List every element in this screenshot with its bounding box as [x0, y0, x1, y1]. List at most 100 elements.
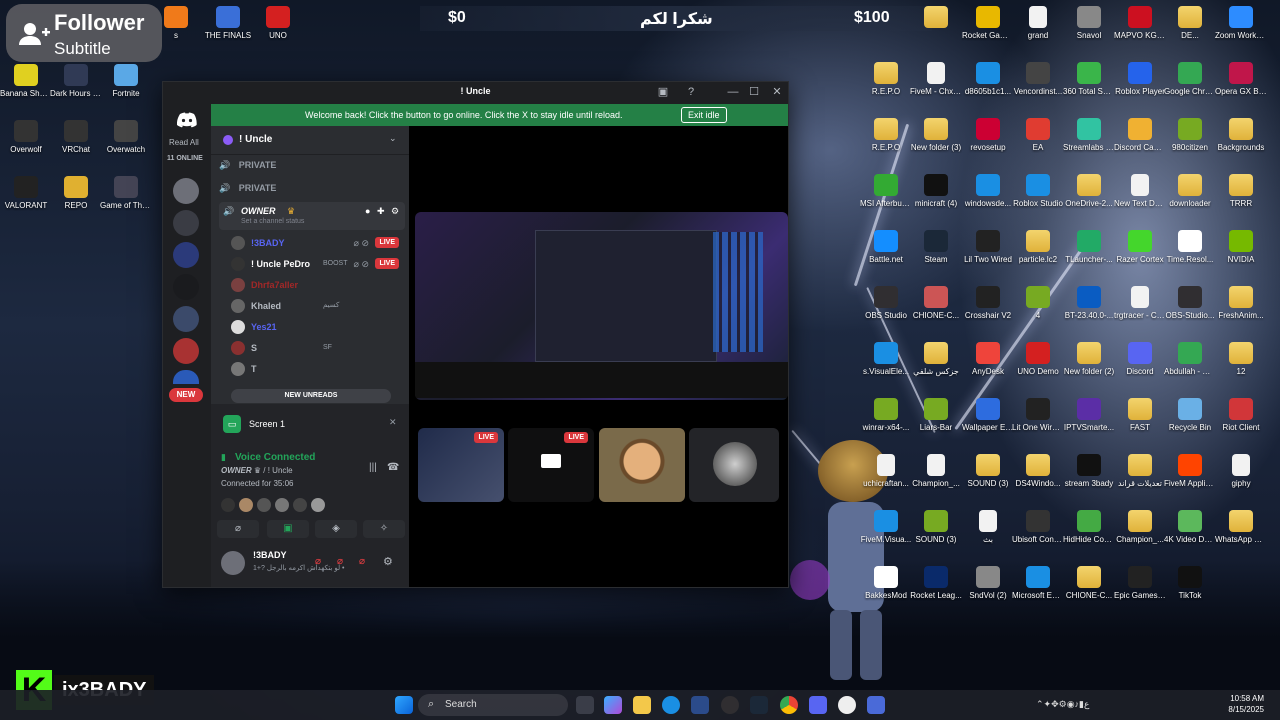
desktop-shortcut[interactable]: windowsde...	[962, 174, 1014, 209]
minimize-button[interactable]: —	[725, 85, 741, 99]
participant-tile[interactable]: LIVE	[508, 428, 594, 502]
desktop-shortcut[interactable]: BT-23.40.0-...	[1063, 286, 1115, 321]
server-header[interactable]: ! Uncle ⌄	[211, 126, 409, 155]
desktop-shortcut[interactable]: Roblox Studio	[1012, 174, 1064, 209]
desktop-shortcut[interactable]: trgtracer - Copy	[1114, 286, 1166, 321]
activity-button[interactable]: ◈	[315, 520, 357, 538]
channel-item-owner[interactable]: 🔊 OWNER ♛ Set a channel status ● ✚ ⚙	[219, 202, 405, 230]
desktop-shortcut[interactable]: Lit One Wireless	[1012, 398, 1064, 433]
desktop-shortcut[interactable]: IPTVSmarte...	[1063, 398, 1115, 433]
desktop-shortcut[interactable]: Lil Two Wired	[962, 230, 1014, 265]
channel-item[interactable]: 🔊 PRIVATE	[219, 156, 405, 174]
server-icon[interactable]	[173, 210, 199, 236]
desktop-shortcut[interactable]: Discord	[1114, 342, 1166, 377]
desktop-shortcut[interactable]: 12	[1215, 342, 1267, 377]
desktop-shortcut[interactable]: UNO	[252, 6, 304, 41]
desktop-shortcut[interactable]: Overwolf	[0, 120, 52, 155]
desktop-shortcut[interactable]: Recycle Bin	[1164, 398, 1216, 433]
desktop-shortcut[interactable]: Abdullah - Chrome	[1164, 342, 1216, 377]
copilot-icon[interactable]	[604, 696, 622, 714]
desktop-shortcut[interactable]: giphy	[1215, 454, 1267, 489]
noise-suppression-icon[interactable]: |||	[369, 462, 377, 473]
desktop-shortcut[interactable]: Backgrounds	[1215, 118, 1267, 153]
server-icon[interactable]	[173, 242, 199, 268]
edge-icon[interactable]	[662, 696, 680, 714]
desktop-shortcut[interactable]: HidHide Configurat...	[1063, 510, 1115, 545]
desktop-shortcut[interactable]: Steam	[910, 230, 962, 265]
desktop-shortcut[interactable]: تعديلات قراند	[1114, 454, 1166, 489]
user-panel[interactable]: !3BADY لو بتكهداش اكرمه بالرجل ?+1 • ⌀ ⌀…	[211, 542, 409, 587]
voice-member[interactable]: ! Uncle PeDro BOOST LIVE ⌀ ⊘	[231, 255, 405, 273]
obs-icon[interactable]	[721, 696, 739, 714]
gear-icon[interactable]: ⚙	[391, 202, 399, 220]
server-icon[interactable]	[173, 274, 199, 300]
voice-channel-info[interactable]: OWNER ♛ / ! Uncle	[221, 466, 293, 475]
steam-icon[interactable]	[750, 696, 768, 714]
desktop-shortcut[interactable]: WhatsApp Unknown 2...	[1215, 510, 1267, 545]
desktop-shortcut[interactable]: Game of Thrones...	[100, 176, 152, 211]
desktop-shortcut[interactable]: grand	[1012, 6, 1064, 41]
close-button[interactable]: ✕	[769, 85, 785, 99]
desktop-shortcut[interactable]: VALORANT	[0, 176, 52, 211]
desktop-shortcut[interactable]: FiveM.Visua...	[860, 510, 912, 545]
desktop-shortcut[interactable]: Ubisoft Connect	[1012, 510, 1064, 545]
desktop-shortcut[interactable]: downloader	[1164, 174, 1216, 209]
desktop-shortcut[interactable]: Battle.net	[860, 230, 912, 265]
desktop-shortcut[interactable]: Streamlabs Desktop	[1063, 118, 1115, 153]
desktop-shortcut[interactable]: Liars-Bar	[910, 398, 962, 433]
exit-idle-button[interactable]: Exit idle	[681, 107, 727, 123]
desktop-shortcut[interactable]: d8605b1c1...	[962, 62, 1014, 97]
desktop-shortcut[interactable]: بث	[962, 510, 1014, 545]
desktop-shortcut[interactable]: DE...	[1164, 6, 1216, 41]
desktop-shortcut[interactable]: MAPVO KG965...	[1114, 6, 1166, 41]
desktop-shortcut[interactable]: TRRR	[1215, 174, 1267, 209]
headset-icon[interactable]: ⌀	[359, 556, 365, 567]
desktop-shortcut[interactable]: Dark Hours Prologue	[50, 64, 102, 99]
desktop-shortcut[interactable]: Rocket Games ...	[962, 6, 1014, 41]
desktop-shortcut[interactable]: Razer Cortex	[1114, 230, 1166, 265]
desktop-shortcut[interactable]: SndVol (2)	[962, 566, 1014, 601]
desktop-shortcut[interactable]: TLauncher-...	[1063, 230, 1115, 265]
help-icon[interactable]: ?	[683, 85, 699, 99]
desktop-shortcut[interactable]: FreshAnim...	[1215, 286, 1267, 321]
desktop-shortcut[interactable]: FiveM Applicati...	[1164, 454, 1216, 489]
desktop-shortcut[interactable]: New folder (2)	[1063, 342, 1115, 377]
desktop-shortcut[interactable]: NVIDIA	[1215, 230, 1267, 265]
desktop-shortcut[interactable]: R.E.P.O	[860, 118, 912, 153]
desktop-shortcut[interactable]: AnyDesk	[962, 342, 1014, 377]
voice-member[interactable]: Khaled كسيم	[231, 297, 405, 315]
discord-logo-icon[interactable]	[177, 112, 197, 128]
voice-member[interactable]: T	[231, 360, 405, 378]
desktop-shortcut[interactable]: stream 3bady	[1063, 454, 1115, 489]
desktop-shortcut[interactable]: THE FINALS	[202, 6, 254, 41]
voice-member[interactable]: S SF	[231, 339, 405, 357]
desktop-shortcut[interactable]: TikTok	[1164, 566, 1216, 601]
app-taskbar-icon[interactable]	[838, 696, 856, 714]
participant-tile[interactable]: LIVE	[418, 428, 504, 502]
desktop-shortcut[interactable]: VRChat	[50, 120, 102, 155]
store-icon[interactable]	[691, 696, 709, 714]
desktop-shortcut[interactable]: EA	[1012, 118, 1064, 153]
server-icon[interactable]	[173, 306, 199, 332]
participant-tile[interactable]	[599, 428, 685, 502]
stream-stage[interactable]: LIVE LIVE	[409, 126, 788, 587]
desktop-shortcut[interactable]: Banana Shooter	[0, 64, 52, 99]
desktop-shortcut[interactable]: جزكس شلفي	[910, 342, 962, 377]
desktop-shortcut[interactable]: 360 Total Security	[1063, 62, 1115, 97]
desktop-shortcut[interactable]: OneDrive-2...	[1063, 174, 1115, 209]
desktop-shortcut[interactable]: R.E.P.O	[860, 62, 912, 97]
desktop-shortcut[interactable]: BakkesMod	[860, 566, 912, 601]
title-bar[interactable]: ! Uncle ▣ ? — ☐ ✕	[163, 82, 788, 102]
desktop-shortcut[interactable]: OBS Studio	[860, 286, 912, 321]
disconnect-icon[interactable]: ☎	[387, 462, 399, 473]
start-button[interactable]	[395, 696, 413, 714]
stream-preview-main[interactable]	[415, 212, 788, 400]
server-icon[interactable]	[173, 178, 199, 204]
chrome-icon[interactable]	[780, 696, 798, 714]
discord-taskbar-icon[interactable]	[809, 696, 827, 714]
inbox-icon[interactable]: ▣	[655, 85, 671, 99]
camera-off-button[interactable]: ⌀	[217, 520, 259, 538]
desktop-shortcut[interactable]: Rocket Leag...	[910, 566, 962, 601]
desktop-shortcut[interactable]: Snavol	[1063, 6, 1115, 41]
soundboard-button[interactable]: ✧	[363, 520, 405, 538]
